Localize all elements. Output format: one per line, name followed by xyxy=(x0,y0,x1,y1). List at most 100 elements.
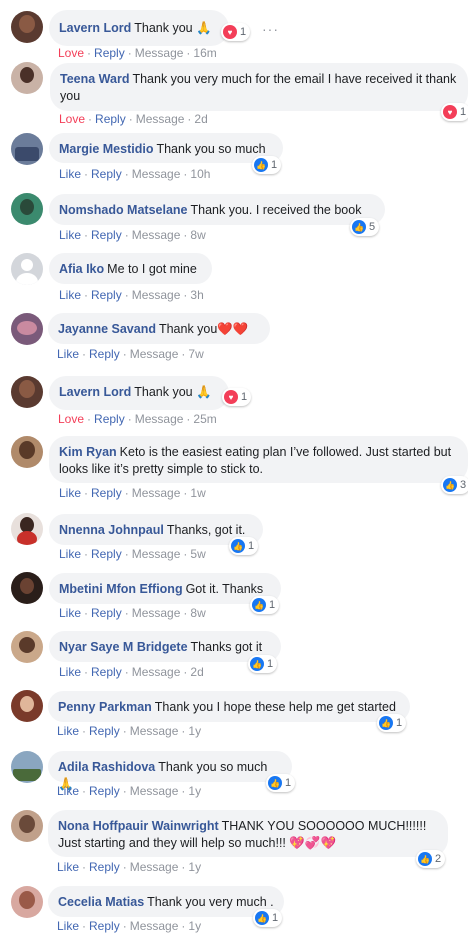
comment-author[interactable]: Penny Parkman xyxy=(58,700,152,714)
reply-link[interactable]: Reply xyxy=(91,486,122,500)
like-link[interactable]: Like xyxy=(57,347,79,361)
like-link[interactable]: Like xyxy=(59,167,81,181)
like-link[interactable]: Like xyxy=(59,606,81,620)
comment-author[interactable]: Nomshado Matselane xyxy=(59,203,188,217)
comment-author[interactable]: Adila Rashidova xyxy=(58,760,155,774)
timestamp[interactable]: 2d xyxy=(194,112,207,126)
reaction-count[interactable]: 👍 1 xyxy=(248,655,278,673)
like-link[interactable]: Like xyxy=(57,724,79,738)
reaction-count[interactable]: 👍 1 xyxy=(266,774,296,792)
timestamp[interactable]: 1y xyxy=(188,919,201,933)
like-link[interactable]: Like xyxy=(59,288,81,302)
like-link[interactable]: Like xyxy=(59,665,81,679)
message-link[interactable]: Message xyxy=(132,665,181,679)
reply-link[interactable]: Reply xyxy=(94,46,125,60)
message-link[interactable]: Message xyxy=(130,919,179,933)
avatar[interactable] xyxy=(11,751,43,783)
like-link[interactable]: Like xyxy=(59,486,81,500)
reply-link[interactable]: Reply xyxy=(91,606,122,620)
comment-author[interactable]: Mbetini Mfon Effiong xyxy=(59,582,183,596)
avatar[interactable] xyxy=(11,62,43,94)
avatar[interactable] xyxy=(11,376,43,408)
reaction-count[interactable]: ♥ 1 xyxy=(441,103,468,121)
avatar[interactable] xyxy=(11,193,43,225)
reaction-count[interactable]: 👍 1 xyxy=(229,537,259,555)
timestamp[interactable]: 8w xyxy=(190,228,205,242)
reaction-count[interactable]: 👍 1 xyxy=(377,714,407,732)
reaction-count[interactable]: 👍 2 xyxy=(416,850,446,868)
message-link[interactable]: Message xyxy=(132,167,181,181)
reply-link[interactable]: Reply xyxy=(89,347,120,361)
comment-author[interactable]: Lavern Lord xyxy=(59,385,131,399)
like-link[interactable]: Like xyxy=(59,228,81,242)
timestamp[interactable]: 1y xyxy=(188,784,201,798)
avatar[interactable] xyxy=(11,436,43,468)
like-link[interactable]: Like xyxy=(57,784,79,798)
message-link[interactable]: Message xyxy=(132,547,181,561)
love-link[interactable]: Love xyxy=(58,46,84,60)
timestamp[interactable]: 3h xyxy=(190,288,203,302)
reply-link[interactable]: Reply xyxy=(91,228,122,242)
message-link[interactable]: Message xyxy=(132,288,181,302)
message-link[interactable]: Message xyxy=(132,228,181,242)
message-link[interactable]: Message xyxy=(136,112,185,126)
message-link[interactable]: Message xyxy=(135,46,184,60)
message-link[interactable]: Message xyxy=(135,412,184,426)
comment-author[interactable]: Kim Ryan xyxy=(59,445,117,459)
timestamp[interactable]: 5w xyxy=(190,547,205,561)
like-link[interactable]: Like xyxy=(57,919,79,933)
message-link[interactable]: Message xyxy=(130,860,179,874)
avatar[interactable] xyxy=(11,631,43,663)
avatar[interactable] xyxy=(11,133,43,165)
timestamp[interactable]: 1y xyxy=(188,860,201,874)
reaction-count[interactable]: 👍 5 xyxy=(350,218,380,236)
reaction-count[interactable]: 👍 1 xyxy=(250,596,280,614)
like-link[interactable]: Like xyxy=(57,860,79,874)
timestamp[interactable]: 8w xyxy=(190,606,205,620)
comment-author[interactable]: Cecelia Matias xyxy=(58,895,144,909)
comment-author[interactable]: Margie Mestidio xyxy=(59,142,153,156)
reply-link[interactable]: Reply xyxy=(94,412,125,426)
timestamp[interactable]: 7w xyxy=(188,347,203,361)
comment-author[interactable]: Jayanne Savand xyxy=(58,322,156,336)
comment-author[interactable]: Afia Iko xyxy=(59,262,104,276)
timestamp[interactable]: 25m xyxy=(193,412,216,426)
timestamp[interactable]: 1w xyxy=(190,486,205,500)
avatar[interactable] xyxy=(11,572,43,604)
avatar[interactable] xyxy=(11,513,43,545)
avatar[interactable] xyxy=(11,886,43,918)
more-options-icon[interactable]: ··· xyxy=(262,21,279,37)
comment-author[interactable]: Teena Ward xyxy=(60,72,129,86)
reply-link[interactable]: Reply xyxy=(89,919,120,933)
reply-link[interactable]: Reply xyxy=(89,724,120,738)
avatar[interactable] xyxy=(11,11,43,43)
love-link[interactable]: Love xyxy=(58,412,84,426)
timestamp[interactable]: 1y xyxy=(188,724,201,738)
reply-link[interactable]: Reply xyxy=(89,860,120,874)
timestamp[interactable]: 10h xyxy=(190,167,210,181)
avatar[interactable] xyxy=(11,253,43,285)
reaction-count[interactable]: ♥ 1 xyxy=(222,388,252,406)
avatar[interactable] xyxy=(11,690,43,722)
message-link[interactable]: Message xyxy=(130,724,179,738)
like-link[interactable]: Like xyxy=(59,547,81,561)
timestamp[interactable]: 16m xyxy=(193,46,216,60)
reply-link[interactable]: Reply xyxy=(91,547,122,561)
reaction-count[interactable]: 👍 1 xyxy=(252,156,282,174)
comment-author[interactable]: Lavern Lord xyxy=(59,21,131,35)
message-link[interactable]: Message xyxy=(130,347,179,361)
reply-link[interactable]: Reply xyxy=(95,112,126,126)
comment-author[interactable]: Nnenna Johnpaul xyxy=(59,523,164,537)
message-link[interactable]: Message xyxy=(132,486,181,500)
reaction-count[interactable]: 👍 3 xyxy=(441,476,468,494)
timestamp[interactable]: 2d xyxy=(190,665,203,679)
reaction-count[interactable]: ♥ 1 xyxy=(221,23,251,41)
reply-link[interactable]: Reply xyxy=(91,665,122,679)
avatar[interactable] xyxy=(11,810,43,842)
reply-link[interactable]: Reply xyxy=(91,288,122,302)
comment-author[interactable]: Nyar Saye M Bridgete xyxy=(59,640,188,654)
message-link[interactable]: Message xyxy=(132,606,181,620)
comment-author[interactable]: Nona Hoffpauir Wainwright xyxy=(58,819,219,833)
love-link[interactable]: Love xyxy=(59,112,85,126)
reply-link[interactable]: Reply xyxy=(91,167,122,181)
